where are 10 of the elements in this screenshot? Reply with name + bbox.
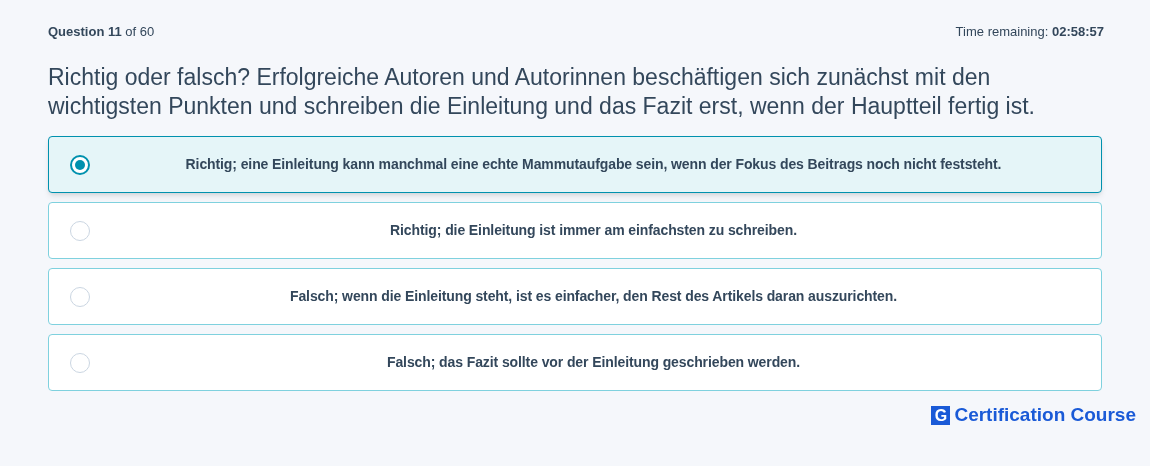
radio-button[interactable] (70, 154, 90, 175)
logo-icon: G (931, 405, 951, 425)
answer-option[interactable]: Richtig; die Einleitung ist immer am einfachsten zu schreiben. (48, 202, 1102, 259)
answer-option[interactable]: Falsch; wenn die Einleitung steht, ist es einfacher, den Rest des Artikels daran auszurichten. (48, 268, 1102, 325)
answer-option[interactable]: Falsch; das Fazit sollte vor der Einleitung geschrieben werden. (48, 334, 1102, 391)
question-counter: Question 11 of 60 (48, 23, 155, 42)
answer-option[interactable]: Richtig; eine Einleitung kann manchmal eine echte Mammutaufgabe sein, wenn der Fokus des Beitrags noch nicht feststeht. (48, 136, 1102, 193)
question-text: Richtig oder falsch? Erfolgreiche Autoren und Autorinnen beschäftigen sich zunächst mit den wichtigsten Punkten und schreiben die Einleitung und das Fazit erst, wenn der Hauptteil fertig ist. (48, 63, 1036, 121)
time-remaining: Time remaining: 02:58:57 (955, 23, 1104, 42)
brand-name: Certification Course (954, 403, 1136, 427)
